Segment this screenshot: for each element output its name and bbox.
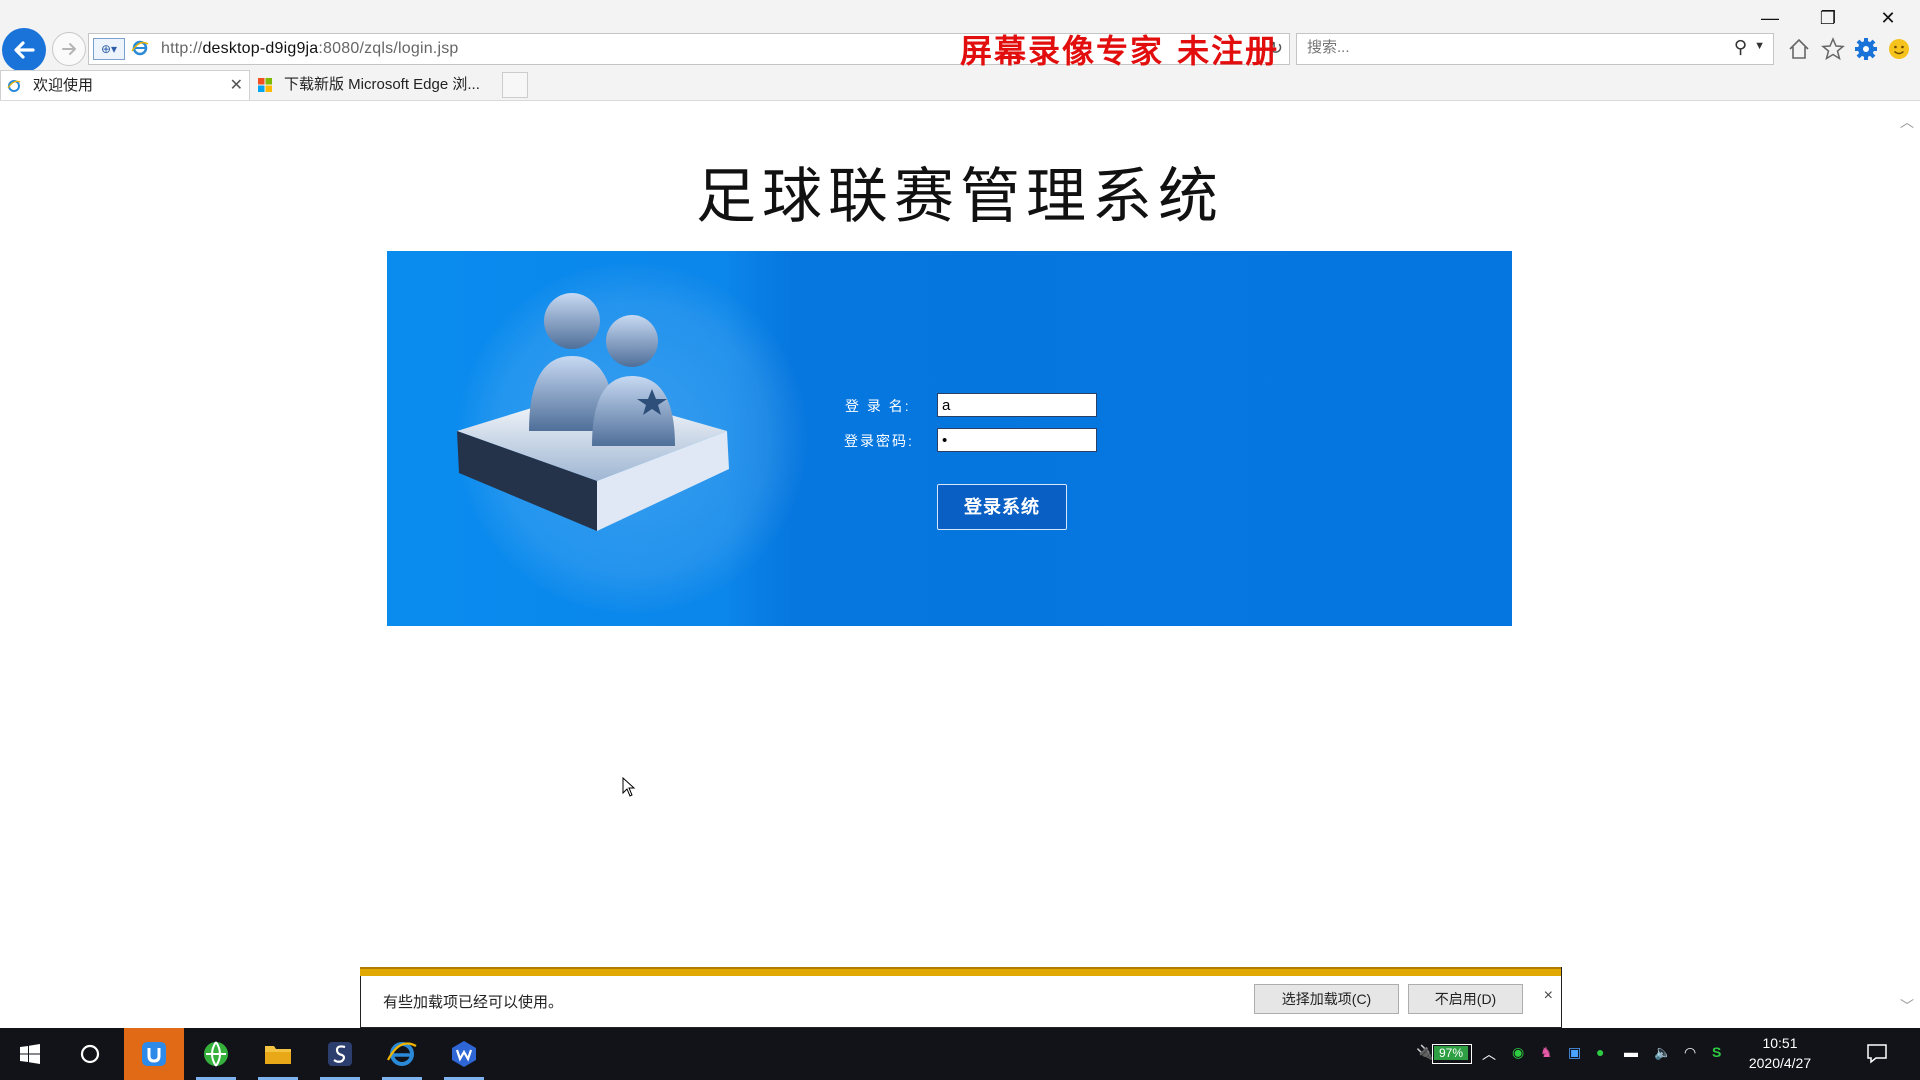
ie-page-icon [131,40,149,56]
search-input[interactable] [1305,38,1709,57]
arrow-left-icon [14,41,35,59]
battery-indicator[interactable]: 97% [1432,1044,1472,1064]
wifi-icon[interactable]: ◠ [1684,1044,1696,1061]
notification-accent-stripe [360,967,1561,976]
search-box[interactable]: ⚲ ▼ [1296,33,1774,65]
close-notification-icon[interactable]: × [1544,987,1553,1005]
close-window-button[interactable]: ✕ [1868,4,1908,32]
close-tab-icon[interactable]: ✕ [230,71,243,101]
url-text[interactable]: http://desktop-d9ig9ja:8080/zqls/login.j… [161,40,459,58]
gear-icon[interactable] [1853,36,1879,62]
taskbar-app-recorder[interactable] [124,1028,184,1080]
keyboard-icon[interactable]: ▬ [1624,1044,1638,1060]
disable-addons-button[interactable]: 不启用(D) [1408,984,1523,1014]
restore-button[interactable]: ❐ [1808,4,1848,32]
tab-welcome[interactable]: 欢迎使用 ✕ [0,70,250,100]
tab-label: 欢迎使用 [33,77,94,94]
username-label: 登 录 名: [845,398,911,414]
minimize-button[interactable]: — [1750,4,1790,32]
recorder-watermark: 屏幕录像专家 未注册 [960,32,1280,70]
arrow-right-icon [62,43,76,55]
home-icon[interactable] [1786,36,1812,62]
power-plug-icon[interactable]: 🔌 [1416,1044,1433,1061]
taskbar-app-file-explorer[interactable] [248,1028,308,1080]
username-input[interactable] [937,393,1097,417]
taskbar-app-eclipse[interactable] [310,1028,370,1080]
script-s-icon [328,1042,352,1066]
wps-writer-icon [452,1041,476,1067]
taskbar-app-internet-explorer[interactable] [372,1028,432,1080]
mouse-cursor-icon [622,777,636,797]
clock-date: 2020/4/27 [1748,1055,1812,1071]
url-path: :8080/zqls/login.jsp [318,40,459,57]
start-button[interactable] [0,1028,60,1080]
cortana-circle-icon [80,1044,100,1064]
login-button[interactable]: 登录系统 [937,484,1067,530]
favorites-star-icon[interactable] [1820,36,1846,62]
login-panel: 登 录 名: 登录密码: 登录系统 [387,251,1512,626]
chevron-down-icon[interactable]: ▼ [1754,40,1765,52]
tray-copy-icon[interactable]: ▣ [1568,1044,1581,1061]
tray-s-icon[interactable]: S [1712,1044,1721,1060]
green-browser-icon [204,1041,228,1067]
url-scheme: http:// [161,40,203,57]
action-center-icon[interactable] [1866,1042,1888,1069]
compat-view-icon[interactable]: ⊕▾ [93,38,125,60]
password-label: 登录密码: [844,433,914,449]
url-host: desktop-d9ig9ja [202,40,319,57]
browser-chrome: ⊕▾ http://desktop-d9ig9ja:8080/zqls/logi… [0,0,1920,101]
scroll-up-arrow[interactable]: ︿ [1900,112,1914,132]
scroll-down-arrow[interactable]: ﹀ [1900,996,1914,1016]
battery-percent: 97% [1438,1046,1464,1060]
folder-icon [265,1046,291,1064]
clock[interactable]: 10:51 2020/4/27 [1740,1033,1820,1073]
smiley-feedback-icon[interactable] [1886,36,1912,62]
ie-tab-icon [7,80,21,92]
tab-strip: 欢迎使用 ✕ 下载新版 Microsoft Edge 浏... [0,70,1920,100]
addon-notification-bar: 有些加载项已经可以使用。 选择加载项(C) 不启用(D) × [360,967,1562,1028]
page-title: 足球联赛管理系统 [696,162,1224,232]
windows-logo-icon [20,1044,40,1064]
new-tab-button[interactable] [502,72,528,98]
taskbar: 🔌 97% ︿ ◉ ♞ ▣ ● ▬ 🔈 ◠ S 10:51 2020/4/27 [0,1028,1920,1080]
tab-label: 下载新版 Microsoft Edge 浏... [284,76,480,93]
taskbar-app-wps[interactable] [434,1028,494,1080]
chevron-up-icon[interactable]: ︿ [1482,1044,1496,1064]
recorder-app-icon [142,1042,166,1066]
microsoft-logo-icon [258,78,272,92]
users-illustration-icon [457,293,729,531]
password-input[interactable] [937,428,1097,452]
internet-explorer-icon [387,1042,417,1066]
tray-app-icon[interactable]: ♞ [1540,1044,1553,1061]
taskbar-app-browser-green[interactable] [186,1028,246,1080]
clock-time: 10:51 [1762,1035,1798,1051]
back-button[interactable] [2,28,46,72]
choose-addons-button[interactable]: 选择加载项(C) [1254,984,1399,1014]
forward-button[interactable] [52,32,86,66]
notification-message: 有些加载项已经可以使用。 [383,994,564,1011]
volume-icon[interactable]: 🔈 [1654,1044,1671,1061]
search-icon[interactable]: ⚲ [1734,37,1747,58]
wechat-icon[interactable]: ● [1596,1044,1604,1060]
tab-edge-download[interactable]: 下载新版 Microsoft Edge 浏... [252,70,500,100]
cortana-button[interactable] [60,1028,120,1080]
tray-record-icon[interactable]: ◉ [1512,1044,1524,1061]
